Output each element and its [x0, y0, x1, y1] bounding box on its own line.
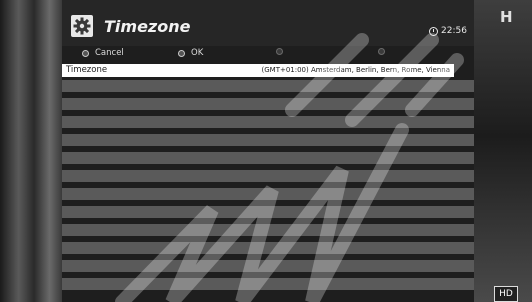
red-key-icon	[82, 49, 89, 57]
list-item	[62, 80, 474, 92]
tv-background-left	[0, 0, 62, 302]
ok-label: OK	[191, 48, 204, 58]
list-item	[62, 224, 474, 236]
list-item	[62, 98, 474, 110]
background-text: H	[500, 8, 513, 26]
hd-badge: HD	[494, 286, 518, 302]
blue-key	[378, 48, 385, 55]
list-item	[62, 188, 474, 200]
yellow-key-icon	[276, 48, 283, 55]
green-key-icon	[178, 49, 185, 57]
list-item	[62, 260, 474, 272]
page-title: Timezone	[104, 17, 191, 36]
clock-icon	[429, 27, 438, 36]
list-item	[62, 116, 474, 128]
cancel-label: Cancel	[95, 48, 124, 58]
settings-gear-icon	[71, 15, 93, 37]
timezone-setting-row[interactable]: Timezone (GMT+01:00) Amsterdam, Berlin, …	[62, 64, 454, 77]
tv-background-right	[474, 0, 532, 302]
ok-button[interactable]: OK	[178, 48, 203, 58]
list-item	[62, 134, 474, 146]
clock-time: 22:56	[441, 26, 467, 36]
setting-value: (GMT+01:00) Amsterdam, Berlin, Bern, Rom…	[261, 66, 451, 74]
list-item	[62, 206, 474, 218]
list-item	[62, 170, 474, 182]
yellow-key	[276, 48, 283, 55]
list-item	[62, 242, 474, 254]
setting-label: Timezone	[66, 65, 108, 75]
list-item	[62, 152, 474, 164]
timezone-menu-panel: Timezone 22:56 Cancel OK Timezone (GMT+0…	[62, 0, 474, 302]
softkey-bar: Cancel OK	[62, 48, 474, 62]
blue-key-icon	[378, 48, 385, 55]
cancel-button[interactable]: Cancel	[82, 48, 124, 58]
menu-header: Timezone 22:56	[62, 0, 474, 46]
list-item	[62, 278, 474, 290]
